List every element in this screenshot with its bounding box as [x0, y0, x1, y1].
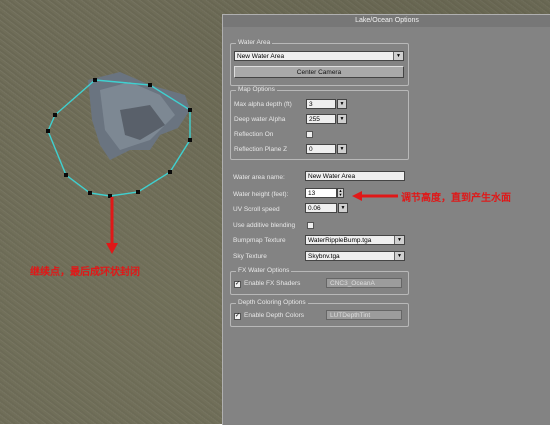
fx-water-legend: FX Water Options — [236, 267, 292, 274]
chevron-down-icon: ▼ — [394, 252, 404, 260]
chevron-down-icon: ▼ — [338, 145, 346, 153]
water-name-field[interactable]: New Water Area — [305, 171, 405, 181]
enable-depth-label: Enable Depth Colors — [244, 312, 304, 319]
depth-coloring-legend: Depth Coloring Options — [236, 299, 308, 306]
water-height-label: Water height (feet): — [233, 191, 289, 198]
max-alpha-dropdown[interactable]: ▼ — [337, 99, 347, 109]
control-point — [88, 191, 92, 195]
reflection-plane-field[interactable]: 0 — [306, 144, 336, 154]
control-point — [64, 173, 68, 177]
chevron-down-icon: ▼ — [338, 100, 346, 108]
bumpmap-value: WaterRippleBump.tga — [308, 237, 372, 244]
control-point — [46, 129, 50, 133]
red-arrow-head — [352, 191, 362, 201]
control-point — [148, 83, 152, 87]
deep-alpha-field[interactable]: 255 — [306, 114, 336, 124]
reflection-on-checkbox[interactable] — [306, 131, 313, 138]
max-alpha-label: Max alpha depth (ft) — [234, 101, 292, 108]
uv-scroll-label: UV Scroll speed — [233, 206, 280, 213]
sky-texture-dropdown[interactable]: Skybnv.tga ▼ — [305, 251, 405, 261]
map-options-legend: Map Options — [236, 86, 277, 93]
additive-blend-checkbox[interactable] — [307, 222, 314, 229]
bumpmap-dropdown[interactable]: WaterRippleBump.tga ▼ — [305, 235, 405, 245]
deep-alpha-label: Deep water Alpha — [234, 116, 286, 123]
water-polygon-scene — [46, 72, 192, 254]
enable-depth-checkbox[interactable]: ✓ — [234, 313, 241, 320]
control-point — [136, 190, 140, 194]
control-point — [188, 138, 192, 142]
lake-ocean-options-panel: Lake/Ocean Options Water Area New Water … — [222, 14, 550, 425]
chevron-down-icon: ▼ — [338, 115, 346, 123]
reflection-on-label: Reflection On — [234, 131, 274, 138]
enable-fx-checkbox[interactable]: ✓ — [234, 281, 241, 288]
bumpmap-label: Bumpmap Texture — [233, 237, 286, 244]
red-arrow-right — [352, 191, 398, 201]
enable-fx-label: Enable FX Shaders — [244, 280, 301, 287]
depth-coloring-group: Depth Coloring Options ✓ Enable Depth Co… — [230, 299, 409, 327]
control-point — [93, 78, 97, 82]
annotation-close-loop: 继续点，最后成环状封闭 — [30, 267, 140, 278]
deep-alpha-dropdown[interactable]: ▼ — [337, 114, 347, 124]
control-point — [168, 170, 172, 174]
annotation-adjust-height: 调节高度，直到产生水面 — [401, 193, 511, 204]
panel-title: Lake/Ocean Options — [223, 15, 550, 27]
depth-tint-field: LUTDepthTint — [326, 310, 402, 320]
reflection-plane-dropdown[interactable]: ▼ — [337, 144, 347, 154]
reflection-plane-label: Reflection Plane Z — [234, 146, 288, 153]
sky-texture-value: Skybnv.tga — [308, 253, 340, 260]
red-arrow-head — [106, 243, 118, 254]
fx-water-group: FX Water Options ✓ Enable FX Shaders CNC… — [230, 267, 409, 295]
sky-texture-label: Sky Texture — [233, 253, 267, 260]
chevron-down-icon: ▼ — [394, 236, 404, 244]
water-height-field[interactable]: 13 — [305, 188, 337, 198]
chevron-down-icon: ▼ — [393, 52, 403, 60]
chevron-down-icon: ▼ — [339, 204, 347, 212]
additive-blend-label: Use additive blending — [233, 222, 296, 229]
fx-shader-field: CNC3_OceanA — [326, 278, 402, 288]
water-area-legend: Water Area — [236, 39, 273, 46]
center-camera-button[interactable]: Center Camera — [234, 66, 404, 78]
water-height-spinner[interactable]: ▲ ▼ — [337, 188, 344, 198]
water-area-dropdown[interactable]: New Water Area ▼ — [234, 51, 404, 61]
water-area-group: Water Area New Water Area ▼ Center Camer… — [230, 39, 409, 86]
uv-scroll-dropdown[interactable]: ▼ — [338, 203, 348, 213]
control-point — [188, 108, 192, 112]
water-name-label: Water area name: — [233, 174, 285, 181]
water-area-selected: New Water Area — [237, 53, 285, 60]
max-alpha-field[interactable]: 3 — [306, 99, 336, 109]
map-options-group: Map Options Max alpha depth (ft) 3 ▼ Dee… — [230, 86, 409, 160]
uv-scroll-field[interactable]: 0.06 — [305, 203, 337, 213]
control-point — [53, 113, 57, 117]
